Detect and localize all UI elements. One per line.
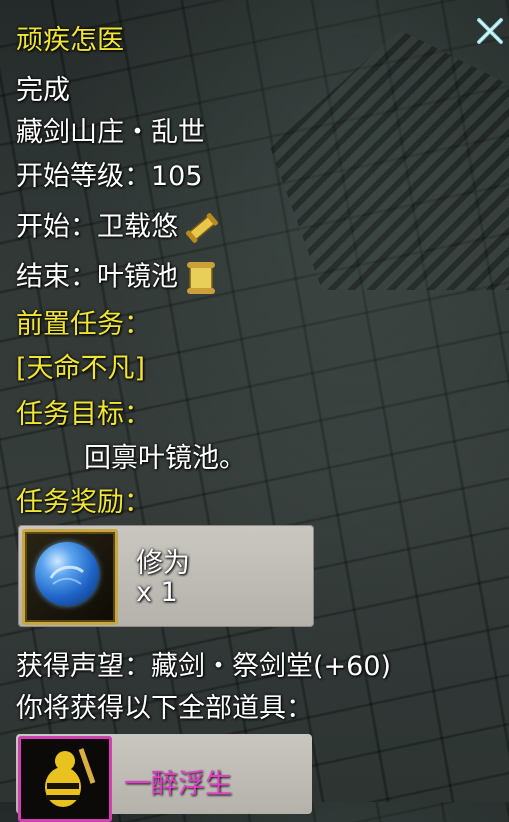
reward-name: 修为 bbox=[136, 548, 190, 579]
item-slot[interactable]: 一醉浮生 bbox=[16, 734, 312, 822]
reputation-text: 获得声望：藏剑・祭剑堂(+60) bbox=[16, 651, 392, 682]
start-npc-row: 开始：卫载悠 bbox=[16, 210, 220, 246]
reward-icon-frame bbox=[22, 529, 118, 625]
start-level: 开始等级：105 bbox=[16, 161, 203, 192]
items-heading: 你将获得以下全部道具： bbox=[16, 693, 313, 724]
reward-heading: 任务奖励： bbox=[16, 487, 151, 518]
quest-scroll-end-icon[interactable] bbox=[184, 260, 218, 296]
blue-orb-icon bbox=[35, 542, 99, 606]
objective-text: 回禀叶镜池。 bbox=[84, 443, 246, 474]
quest-status: 完成 bbox=[16, 75, 70, 106]
item-name: 一醉浮生 bbox=[124, 769, 232, 800]
item-icon-frame bbox=[18, 736, 112, 822]
end-npc-row: 结束：叶镜池 bbox=[16, 260, 218, 296]
background-roof bbox=[270, 30, 509, 290]
reward-quantity: x 1 bbox=[136, 577, 178, 608]
quest-title: 顽疾怎医 bbox=[16, 25, 124, 56]
prereq-quest-link[interactable]: [天命不凡] bbox=[16, 352, 145, 386]
end-npc: 结束：叶镜池 bbox=[16, 261, 178, 293]
start-npc: 开始：卫载悠 bbox=[16, 211, 178, 243]
objective-heading: 任务目标： bbox=[16, 399, 151, 430]
close-icon[interactable] bbox=[473, 14, 507, 48]
quest-zone: 藏剑山庄・乱世 bbox=[16, 117, 205, 148]
reward-slot[interactable]: 修为 x 1 bbox=[18, 525, 314, 627]
quest-scroll-start-icon[interactable] bbox=[184, 210, 220, 246]
prereq-heading: 前置任务： bbox=[16, 309, 151, 340]
